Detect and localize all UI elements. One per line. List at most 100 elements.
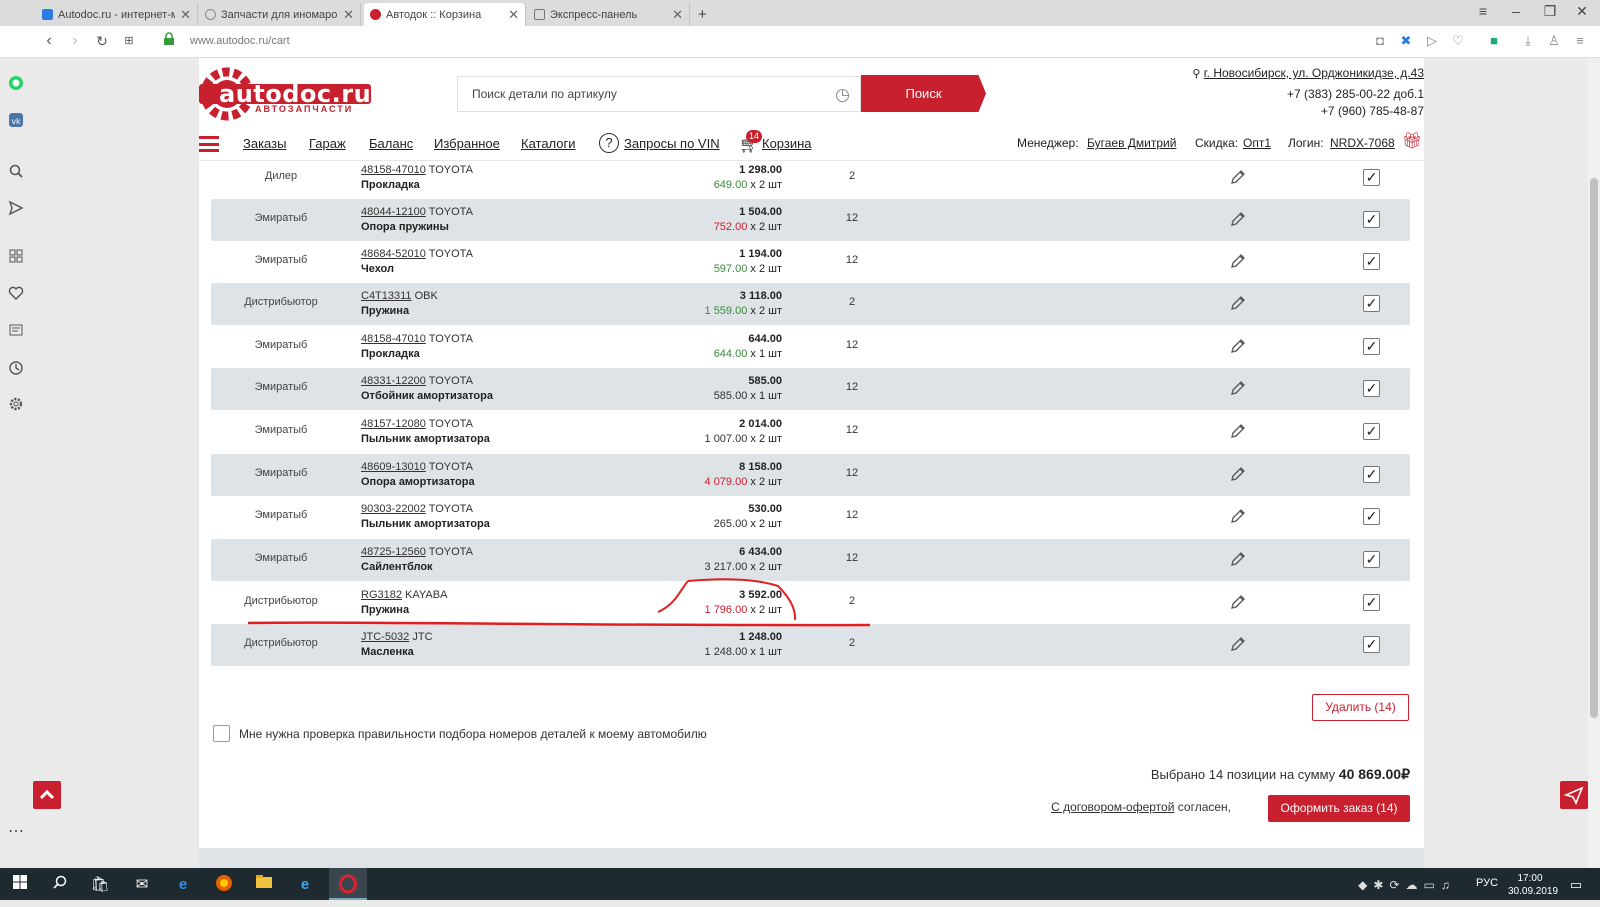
login-value[interactable]: NRDX-7068 <box>1330 136 1395 150</box>
article-link[interactable]: 48044-12100 <box>361 206 426 218</box>
nav-vin-requests[interactable]: Запросы по VIN <box>624 136 720 151</box>
forward-icon[interactable]: › <box>66 32 84 50</box>
row-checkbox[interactable]: ✓ <box>1363 466 1380 483</box>
news-icon[interactable] <box>8 322 24 338</box>
row-checkbox[interactable]: ✓ <box>1363 551 1380 568</box>
manager-name[interactable]: Бугаев Дмитрий <box>1087 136 1176 150</box>
search-icon[interactable] <box>49 874 71 896</box>
vpn-icon[interactable]: ✖ <box>1398 33 1414 49</box>
nav-garage[interactable]: Гараж <box>309 136 346 151</box>
send-icon[interactable] <box>8 200 24 216</box>
verify-label[interactable]: Мне нужна проверка правильности подбора … <box>239 727 707 741</box>
ie-icon[interactable]: e <box>294 874 316 896</box>
tab-zapchasti[interactable]: Запчасти для иномарок - ✕ <box>199 3 361 26</box>
row-checkbox[interactable]: ✓ <box>1363 423 1380 440</box>
article-link[interactable]: 90303-22002 <box>361 503 426 515</box>
feedback-button[interactable] <box>1560 781 1588 809</box>
tab-autodoc[interactable]: Autodoc.ru - интернет-ма ✕ <box>36 3 198 26</box>
address-link[interactable]: ⚲ г. Новосибирск, ул. Орджоникидзе, д.43 <box>1180 66 1424 80</box>
nav-favorites[interactable]: Избранное <box>434 136 500 151</box>
send-icon[interactable]: ▷ <box>1424 33 1440 49</box>
nav-cart[interactable]: Корзина <box>762 136 812 151</box>
edit-pencil-icon[interactable] <box>1228 421 1248 441</box>
store-icon[interactable]: 🛍︎ <box>89 874 111 896</box>
url-field[interactable]: www.autodoc.ru/cart <box>190 35 290 47</box>
row-checkbox[interactable]: ✓ <box>1363 380 1380 397</box>
tabs-grid-icon[interactable]: ⊞ <box>120 32 138 50</box>
settings-icon[interactable] <box>8 396 24 412</box>
back-icon[interactable]: ‹ <box>40 32 58 50</box>
search-icon[interactable] <box>8 163 24 179</box>
checkout-button[interactable]: Оформить заказ (14) <box>1268 795 1410 822</box>
discount-value[interactable]: Опт1 <box>1243 136 1271 150</box>
edit-pencil-icon[interactable] <box>1228 251 1248 271</box>
close-tab-icon[interactable]: ✕ <box>180 7 191 23</box>
row-checkbox[interactable]: ✓ <box>1363 636 1380 653</box>
search-button[interactable]: Поиск <box>861 75 986 112</box>
article-link[interactable]: 48609-13010 <box>361 461 426 473</box>
restore-icon[interactable]: ❐ <box>1540 3 1560 20</box>
search-input[interactable]: Поиск детали по артикулу ◷ <box>457 76 861 112</box>
edit-pencil-icon[interactable] <box>1228 464 1248 484</box>
nav-orders[interactable]: Заказы <box>243 136 286 151</box>
download-icon[interactable]: ⤓ <box>1520 33 1536 49</box>
search-history-icon[interactable]: ◷ <box>835 85 850 105</box>
article-link[interactable]: C4T13311 <box>361 290 412 302</box>
article-link[interactable]: 48331-12200 <box>361 375 426 387</box>
close-tab-icon[interactable]: ✕ <box>343 7 354 23</box>
windows-start-icon[interactable] <box>9 874 31 896</box>
row-checkbox[interactable]: ✓ <box>1363 295 1380 312</box>
vk-icon[interactable]: vk <box>8 112 24 128</box>
input-language[interactable]: РУС <box>1476 877 1498 889</box>
tab-express-panel[interactable]: Экспресс-панель ✕ <box>528 3 690 26</box>
edit-pencil-icon[interactable] <box>1228 506 1248 526</box>
nav-balance[interactable]: Баланс <box>369 136 413 151</box>
row-checkbox[interactable]: ✓ <box>1363 211 1380 228</box>
close-tab-icon[interactable]: ✕ <box>508 7 519 23</box>
verify-checkbox[interactable] <box>213 725 230 742</box>
edit-pencil-icon[interactable] <box>1228 378 1248 398</box>
new-tab-button[interactable]: + <box>692 3 716 26</box>
edit-pencil-icon[interactable] <box>1228 167 1248 187</box>
edit-pencil-icon[interactable] <box>1228 549 1248 569</box>
profile-icon[interactable]: ♙ <box>1546 33 1562 49</box>
close-window-icon[interactable]: ✕ <box>1572 3 1592 20</box>
opera-taskbar-icon[interactable] <box>329 868 367 900</box>
autodoc-logo[interactable]: autodoc.ru АВТОЗАПЧАСТИ <box>199 66 374 122</box>
whatsapp-icon[interactable] <box>8 75 24 91</box>
heart-icon[interactable] <box>8 285 24 301</box>
row-checkbox[interactable]: ✓ <box>1363 508 1380 525</box>
edit-pencil-icon[interactable] <box>1228 634 1248 654</box>
nav-catalogs[interactable]: Каталоги <box>521 136 576 151</box>
heart-icon[interactable]: ♡ <box>1450 33 1466 49</box>
tray-icons[interactable]: ◆✱⟳☁▭♫ <box>1352 874 1462 896</box>
edit-pencil-icon[interactable] <box>1228 209 1248 229</box>
hamburger-menu-icon[interactable] <box>199 136 219 152</box>
notifications-icon[interactable]: ▭ <box>1565 874 1587 896</box>
article-link[interactable]: 48725-12560 <box>361 546 426 558</box>
gift-icon[interactable]: 🎁︎ <box>1402 131 1422 151</box>
reload-icon[interactable]: ↻ <box>93 32 111 50</box>
history-icon[interactable] <box>8 360 24 376</box>
edit-pencil-icon[interactable] <box>1228 592 1248 612</box>
scrollbar-thumb[interactable] <box>1590 178 1598 718</box>
row-checkbox[interactable]: ✓ <box>1363 338 1380 355</box>
article-link[interactable]: 48684-52010 <box>361 248 426 260</box>
scrollbar[interactable] <box>1588 58 1600 868</box>
menu-icon[interactable]: ≡ <box>1572 33 1588 48</box>
edit-pencil-icon[interactable] <box>1228 293 1248 313</box>
article-link[interactable]: 48157-12080 <box>361 418 426 430</box>
tab-cart[interactable]: Автодок :: Корзина ✕ <box>364 3 526 26</box>
more-icon[interactable]: ⋯ <box>8 824 24 840</box>
row-checkbox[interactable]: ✓ <box>1363 253 1380 270</box>
edit-pencil-icon[interactable] <box>1228 336 1248 356</box>
scroll-top-button[interactable] <box>33 781 61 809</box>
delete-button[interactable]: Удалить (14) <box>1312 694 1409 721</box>
explorer-icon[interactable] <box>253 874 275 896</box>
speed-dial-icon[interactable] <box>8 248 24 264</box>
offer-link[interactable]: С договором-офертой <box>1051 800 1174 814</box>
row-checkbox[interactable]: ✓ <box>1363 169 1380 186</box>
article-link[interactable]: 48158-47010 <box>361 333 426 345</box>
edge-icon[interactable]: e <box>172 874 194 896</box>
close-tab-icon[interactable]: ✕ <box>672 7 683 23</box>
